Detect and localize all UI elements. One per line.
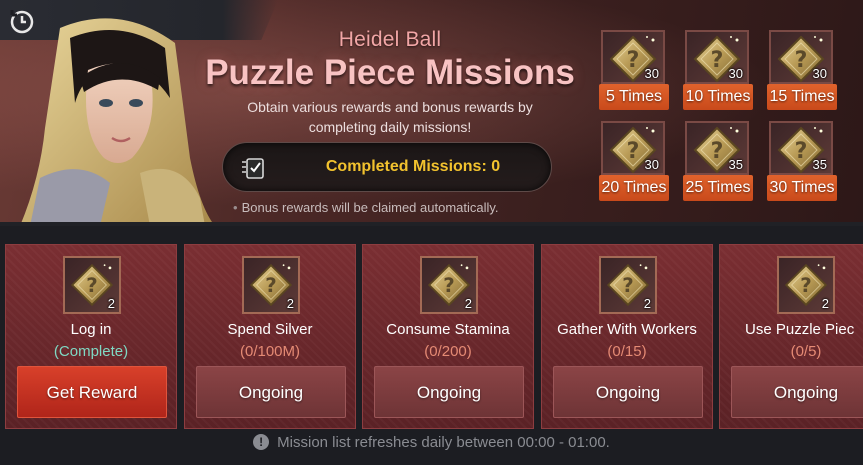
bonus-label: 10 Times [683,84,753,110]
character-portrait [20,18,215,226]
refresh-notice: ! Mission list refreshes daily between 00… [0,434,863,458]
get-reward-button[interactable]: Get Reward [17,366,167,418]
page-title: Puzzle Piece Missions [205,53,575,92]
event-name: Heidel Ball [338,28,442,51]
reward-count: 2 [464,296,472,311]
mission-card-gather-with-workers: 2 Gather With Workers (0/15) Ongoing [541,244,713,429]
info-icon: ! [253,434,270,450]
reward-count: 30 [644,157,659,172]
bonus-label: 25 Times [683,175,753,201]
mission-status: (0/200) [424,343,472,360]
mission-card-spend-silver: 2 Spend Silver (0/100M) Ongoing [184,244,356,429]
bonus-reward-25[interactable]: 35 25 Times [683,121,753,203]
completed-missions-box: Completed Missions: 0 [222,142,552,192]
mission-status: (0/5) [790,343,822,360]
bonus-note-text: Bonus rewards will be claimed automatica… [241,200,499,215]
mission-status: (0/15) [607,343,647,360]
reward-count: 2 [821,296,829,311]
ongoing-button[interactable]: Ongoing [196,366,346,418]
puzzle-piece-icon: 2 [599,256,657,314]
refresh-notice-text: Mission list refreshes daily between 00:… [277,434,610,451]
ongoing-button[interactable]: Ongoing [553,366,703,418]
bonus-label: 20 Times [599,175,669,201]
bonus-reward-30[interactable]: 35 30 Times [767,121,837,203]
reward-count: 2 [643,296,651,311]
puzzle-piece-icon: 30 [601,30,665,84]
mission-card-consume-stamina: 2 Consume Stamina (0/200) Ongoing [362,244,534,429]
puzzle-piece-icon: 2 [63,256,121,314]
reward-count: 30 [812,66,827,81]
reward-count: 2 [107,296,115,311]
bonus-reward-10[interactable]: 30 10 Times [683,30,753,112]
mission-status: (0/100M) [239,343,301,360]
ongoing-button[interactable]: Ongoing [731,366,863,418]
mission-card-use-puzzle-piece: 2 Use Puzzle Piec (0/5) Ongoing [719,244,863,429]
puzzle-piece-icon: 30 [685,30,749,84]
puzzle-piece-icon: 35 [769,121,833,175]
mission-list[interactable]: 2 Log in (Complete) Get Reward 2 Spend S… [0,244,863,429]
bonus-label: 30 Times [767,175,837,201]
puzzle-piece-icon: 2 [777,256,835,314]
subtitle-line-1: Obtain various rewards and bonus rewards… [247,99,533,115]
mission-name: Use Puzzle Piec [745,321,855,338]
bonus-reward-15[interactable]: 30 15 Times [767,30,837,112]
bonus-label: 15 Times [767,84,837,110]
reward-count: 35 [728,157,743,172]
mission-name: Spend Silver [227,321,313,338]
puzzle-piece-icon: 35 [685,121,749,175]
mission-name: Consume Stamina [386,321,510,338]
mission-check-icon [242,158,264,179]
ongoing-button[interactable]: Ongoing [374,366,524,418]
bonus-reward-5[interactable]: 30 5 Times [599,30,669,112]
bonus-label: 5 Times [599,84,669,110]
reward-count: 35 [812,157,827,172]
mission-name: Gather With Workers [557,321,697,338]
mission-name: Log in [70,321,112,338]
subtitle-line-2: completing daily missions! [308,119,472,135]
puzzle-piece-icon: 2 [242,256,300,314]
puzzle-piece-icon: 30 [769,30,833,84]
event-banner: Heidel Ball Puzzle Piece Missions Obtain… [0,0,863,226]
mission-card-login: 2 Log in (Complete) Get Reward [5,244,177,429]
mission-status: (Complete) [53,343,129,360]
reward-count: 2 [286,296,294,311]
bonus-reward-20[interactable]: 30 20 Times [599,121,669,203]
reward-count: 30 [728,66,743,81]
note-bullet: • [233,200,238,215]
puzzle-piece-icon: 2 [420,256,478,314]
reward-count: 30 [644,66,659,81]
puzzle-piece-icon: 30 [601,121,665,175]
completed-missions-count: Completed Missions: 0 [325,158,501,175]
bonus-note: • Bonus rewards will be claimed automatic… [233,200,499,215]
subtitle: Obtain various rewards and bonus rewards… [222,97,558,137]
